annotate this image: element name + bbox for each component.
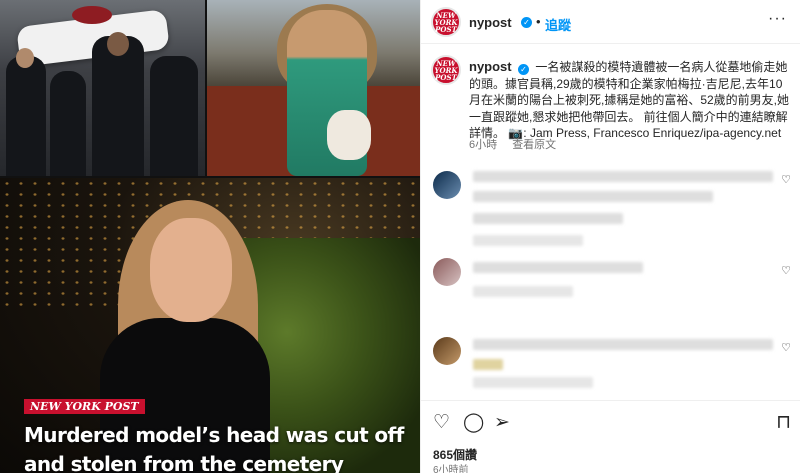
blurred-text	[473, 191, 713, 202]
blurred-text	[473, 235, 583, 246]
pallbearer	[50, 71, 86, 176]
caption: nypost ✓ 一名被謀殺的模特遺體被一名病人從墓地偷走她的頭。據官員稱,29…	[469, 59, 791, 142]
comment-avatar[interactable]	[433, 171, 461, 199]
bookmark-icon[interactable]: ⊓	[776, 413, 791, 432]
headline-line-2: and stolen from the cemetery	[24, 452, 344, 473]
post-time: 6小時前	[433, 465, 469, 473]
pallbearer	[6, 56, 46, 176]
avatar[interactable]: NEW YORK POST	[431, 7, 461, 37]
separator-dot: •	[536, 14, 541, 29]
pallbearer	[150, 56, 198, 176]
comment-icon[interactable]: ◯	[463, 413, 484, 432]
caption-text: 一名被謀殺的模特遺體被一名病人從墓地偷走她的頭。據官員稱,29歲的模特和企業家帕…	[469, 60, 790, 140]
comment-avatar[interactable]	[433, 258, 461, 286]
post-panel: NEW YORK POST nypost ✓ • 追蹤 ··· NEW YORK…	[420, 0, 800, 473]
blurred-text	[473, 377, 593, 388]
nypost-badge: NEW YORK POST	[24, 399, 145, 414]
more-options-icon[interactable]: ···	[768, 10, 787, 28]
verified-icon: ✓	[517, 64, 529, 75]
caption-avatar[interactable]: NEW YORK POST	[431, 55, 461, 85]
headline-line-1: Murdered model’s head was cut off	[24, 423, 404, 447]
share-icon[interactable]: ➢	[494, 413, 510, 432]
pallbearer	[92, 36, 144, 176]
verified-icon: ✓	[521, 17, 532, 28]
like-comment-icon[interactable]: ♡	[781, 173, 791, 186]
caption-meta: 6小時 查看原文	[469, 136, 556, 152]
post-media[interactable]: NEW YORK POST Murdered model’s head was …	[0, 0, 420, 473]
blurred-text	[473, 262, 643, 273]
funeral-photo	[0, 0, 205, 176]
blurred-text	[473, 171, 773, 182]
like-icon[interactable]: ♡	[433, 413, 450, 432]
blurred-text	[473, 286, 573, 297]
comment-avatar[interactable]	[433, 337, 461, 365]
like-comment-icon[interactable]: ♡	[781, 341, 791, 354]
username[interactable]: nypost	[469, 15, 512, 30]
headline-overlay: NEW YORK POST Murdered model’s head was …	[0, 178, 420, 473]
action-bar: ♡ ◯ ➢ ⊓	[421, 400, 800, 440]
pallbearer-head	[107, 32, 129, 56]
boat-photo	[207, 0, 420, 176]
caption-time: 6小時	[469, 139, 498, 151]
blurred-text	[473, 359, 503, 370]
dog	[327, 110, 371, 160]
blurred-text	[473, 213, 623, 224]
roses	[72, 6, 112, 24]
headline: Murdered model’s head was cut off and st…	[24, 421, 414, 473]
follow-button[interactable]: 追蹤	[545, 15, 571, 34]
see-original-link[interactable]: 查看原文	[512, 139, 556, 151]
post-header: NEW YORK POST nypost ✓ • 追蹤 ···	[421, 0, 800, 44]
like-comment-icon[interactable]: ♡	[781, 264, 791, 277]
pallbearer-head	[16, 48, 34, 68]
blurred-text	[473, 339, 773, 350]
caption-username[interactable]: nypost	[469, 59, 512, 74]
